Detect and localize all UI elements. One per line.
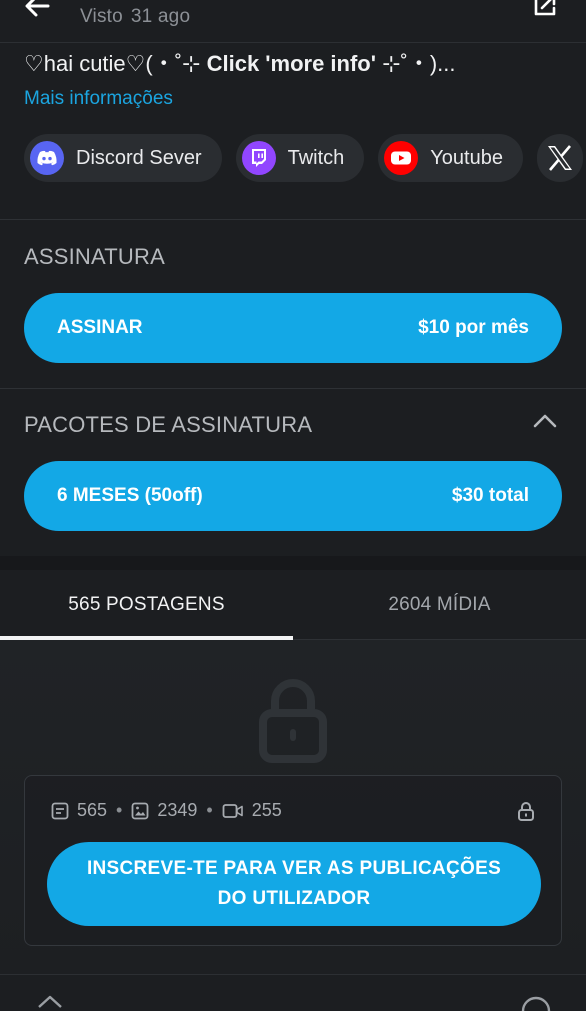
separator-dot: • [206, 800, 213, 820]
content-tabs: 565 POSTAGENS 2604 MÍDIA [0, 570, 586, 640]
lock-icon [259, 679, 327, 763]
home-icon[interactable] [36, 993, 64, 1009]
divider [0, 388, 586, 389]
social-chip-label: Discord Sever [76, 146, 202, 169]
share-icon[interactable] [532, 0, 560, 18]
locked-posts-card: 565 • 2349 • 255 INSCREVE-TE PARA VER AS… [24, 775, 562, 946]
profile-bio: ♡hai cutie♡(・˚⊹ Click 'more info' ⊹˚・)..… [24, 46, 564, 78]
bundles-title: PACOTES DE ASSINATURA [24, 412, 313, 437]
last-seen: Visto 31 ago [80, 6, 190, 28]
subscription-title: ASSINATURA [24, 244, 165, 269]
top-bar: Visto 31 ago [0, 0, 586, 43]
social-links: Discord Sever Twitch Youtube [24, 134, 583, 182]
posts-count: 565 [77, 800, 108, 820]
chevron-up-icon[interactable] [532, 412, 558, 430]
back-arrow-icon[interactable] [22, 0, 52, 20]
media-stats: 565 • 2349 • 255 [51, 800, 282, 821]
bundle-label: 6 MESES (50off) [57, 485, 203, 506]
small-lock-icon [518, 802, 534, 821]
tab-posts[interactable]: 565 POSTAGENS [0, 570, 293, 640]
social-chip-label: Youtube [430, 146, 503, 169]
image-icon [131, 802, 149, 819]
social-chip-x[interactable] [536, 134, 583, 182]
last-seen-time: 31 ago [130, 6, 191, 27]
discord-icon [30, 141, 64, 175]
post-icon [51, 802, 69, 819]
bundle-price: $30 total [451, 485, 529, 506]
images-count: 2349 [157, 800, 198, 820]
tab-media[interactable]: 2604 MÍDIA [293, 570, 586, 640]
more-info-link[interactable]: Mais informações [24, 88, 173, 110]
divider [0, 219, 586, 220]
x-icon [545, 141, 575, 175]
social-chip-label: Twitch [287, 146, 345, 169]
section-gap [0, 556, 586, 570]
social-chip-discord[interactable]: Discord Sever [24, 134, 222, 182]
youtube-icon [384, 141, 419, 175]
twitch-icon [241, 141, 276, 175]
bio-suffix: ⊹˚・)... [375, 51, 456, 76]
bio-bold: Click 'more info' [206, 51, 376, 76]
subscribe-button-label: ASSINAR [57, 317, 143, 338]
bundle-6-months-button[interactable]: 6 MESES (50off) $30 total [24, 461, 562, 531]
subscribe-to-view-button[interactable]: INSCREVE-TE PARA VER AS PUBLICAÇÕES DO U… [47, 842, 541, 926]
subscribe-button[interactable]: ASSINAR $10 por mês [24, 293, 562, 363]
subscribe-button-price: $10 por mês [418, 317, 529, 338]
bottom-nav [0, 974, 586, 1011]
video-icon [222, 803, 243, 818]
separator-dot: • [116, 800, 123, 820]
bio-prefix: ♡hai cutie♡(・˚⊹ [24, 51, 207, 76]
social-chip-twitch[interactable]: Twitch [235, 134, 365, 182]
videos-count: 255 [251, 800, 282, 820]
last-seen-label: Visto [80, 6, 123, 27]
social-chip-youtube[interactable]: Youtube [378, 134, 523, 182]
profile-icon[interactable] [520, 995, 552, 1011]
